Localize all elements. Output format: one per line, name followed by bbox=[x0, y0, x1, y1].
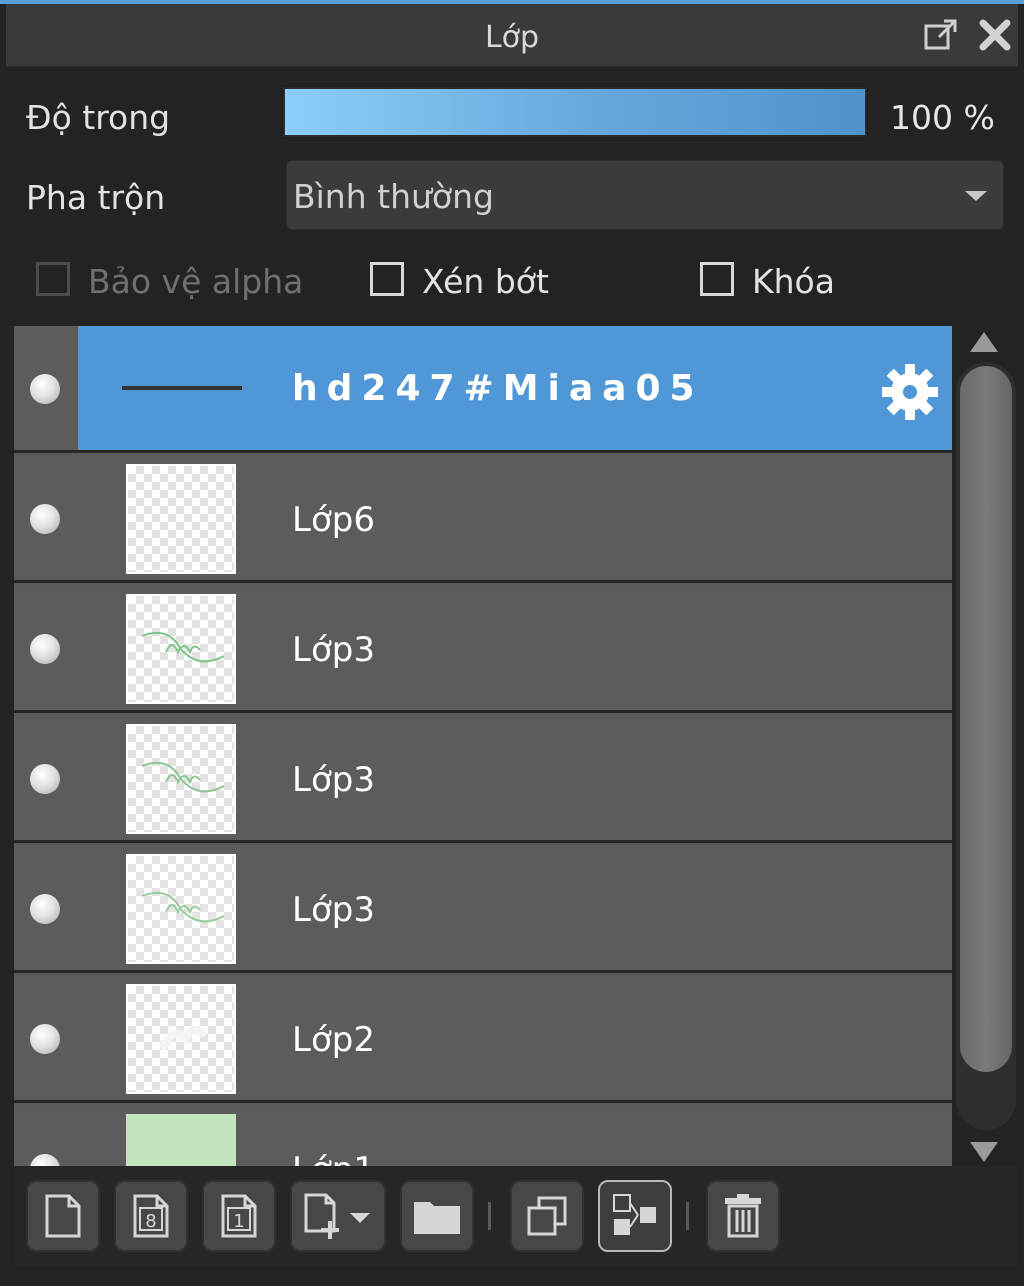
blend-mode-select[interactable]: Bình thường bbox=[286, 160, 1004, 230]
gear-icon[interactable] bbox=[880, 362, 940, 422]
blend-mode-value: Bình thường bbox=[293, 177, 494, 216]
panel-title: Lớp bbox=[484, 20, 540, 55]
scroll-up-arrow-icon[interactable] bbox=[970, 332, 998, 352]
svg-text:8: 8 bbox=[145, 1211, 156, 1232]
add-layer-dropdown-button[interactable] bbox=[290, 1180, 386, 1252]
eye-dot-icon[interactable] bbox=[30, 1024, 60, 1054]
layer-name: Lớp3 bbox=[292, 890, 375, 930]
layer-row[interactable]: hd247#Miaa05 bbox=[14, 326, 952, 453]
opacity-label: Độ trong bbox=[26, 98, 171, 137]
new-layer-icon bbox=[45, 1194, 81, 1238]
duplicate-icon bbox=[527, 1196, 567, 1236]
layer-name: hd247#Miaa05 bbox=[292, 368, 704, 409]
scroll-down-arrow-icon[interactable] bbox=[970, 1142, 998, 1162]
chevron-down-icon bbox=[965, 191, 987, 201]
protect-alpha-label: Bảo vệ alpha bbox=[88, 262, 304, 301]
close-icon[interactable] bbox=[976, 16, 1014, 54]
folder-icon bbox=[414, 1202, 460, 1234]
opacity-value: 100 % bbox=[890, 98, 995, 137]
layer-thumbnail bbox=[126, 724, 236, 834]
new-1bit-layer-button[interactable]: 1 bbox=[202, 1180, 276, 1252]
layer-name: Lớp1 bbox=[292, 1150, 375, 1166]
popout-icon[interactable] bbox=[922, 16, 960, 54]
visibility-toggle[interactable] bbox=[14, 326, 78, 450]
merge-icon bbox=[613, 1194, 656, 1235]
new-8bit-layer-button[interactable]: 8 bbox=[114, 1180, 188, 1252]
layer-row[interactable]: Lớp3 bbox=[14, 846, 952, 973]
eye-dot-icon[interactable] bbox=[30, 504, 60, 534]
layer-thumbnail bbox=[126, 854, 236, 964]
layer-name: Lớp3 bbox=[292, 630, 375, 670]
visibility-toggle[interactable] bbox=[14, 456, 78, 580]
eye-dot-icon[interactable] bbox=[30, 374, 60, 404]
visibility-toggle[interactable] bbox=[14, 586, 78, 710]
layer-row[interactable]: Lớp2 bbox=[14, 976, 952, 1103]
layer-row[interactable]: Lớp1 bbox=[14, 1106, 952, 1166]
layer-list-scrollbar[interactable] bbox=[954, 326, 1018, 1166]
eye-dot-icon[interactable] bbox=[30, 764, 60, 794]
opacity-slider[interactable] bbox=[282, 86, 868, 138]
merge-layer-button[interactable] bbox=[598, 1180, 672, 1252]
delete-layer-button[interactable] bbox=[706, 1180, 780, 1252]
toolbar-separator bbox=[488, 1202, 491, 1230]
blend-mode-label: Pha trộn bbox=[26, 178, 166, 217]
layer-thumbnail bbox=[126, 464, 236, 574]
new-1bit-layer-icon: 1 bbox=[221, 1194, 257, 1238]
visibility-toggle[interactable] bbox=[14, 976, 78, 1100]
lock-label: Khóa bbox=[752, 262, 835, 301]
svg-text:1: 1 bbox=[233, 1211, 244, 1232]
visibility-toggle[interactable] bbox=[14, 716, 78, 840]
clip-label: Xén bớt bbox=[422, 262, 549, 301]
eye-dot-icon[interactable] bbox=[30, 634, 60, 664]
layer-name: Lớp6 bbox=[292, 500, 375, 540]
layer-thumbnail bbox=[126, 1114, 236, 1166]
layer-name: Lớp3 bbox=[292, 760, 375, 800]
visibility-toggle[interactable] bbox=[14, 846, 78, 970]
add-layer-dropdown-icon bbox=[304, 1193, 370, 1239]
new-8bit-layer-icon: 8 bbox=[133, 1194, 169, 1238]
layer-row[interactable]: Lớp3 bbox=[14, 586, 952, 713]
opacity-slider-fill bbox=[285, 89, 865, 135]
eye-dot-icon[interactable] bbox=[30, 894, 60, 924]
duplicate-layer-button[interactable] bbox=[510, 1180, 584, 1252]
trash-icon bbox=[725, 1194, 761, 1238]
layer-thumbnail bbox=[126, 594, 236, 704]
visibility-toggle[interactable] bbox=[14, 1106, 78, 1166]
layer-thumbnail bbox=[126, 984, 236, 1094]
layer-list: hd247#Miaa05 Lớp6 Lớp3 Lớp3 Lớp3 Lớp2 bbox=[14, 326, 952, 1166]
layer-row[interactable]: Lớp6 bbox=[14, 456, 952, 583]
layer-name: Lớp2 bbox=[292, 1020, 375, 1060]
new-layer-button[interactable] bbox=[26, 1180, 100, 1252]
eye-dot-icon[interactable] bbox=[30, 1154, 60, 1166]
layer-toolbar: 8 1 bbox=[14, 1166, 1018, 1266]
layer-thumbnail bbox=[122, 386, 242, 390]
panel-titlebar: Lớp bbox=[6, 4, 1018, 67]
scroll-track[interactable] bbox=[956, 362, 1016, 1130]
new-folder-button[interactable] bbox=[400, 1180, 474, 1252]
protect-alpha-checkbox[interactable] bbox=[36, 262, 70, 296]
layer-row[interactable]: Lớp3 bbox=[14, 716, 952, 843]
scroll-thumb[interactable] bbox=[960, 366, 1012, 1072]
lock-checkbox[interactable] bbox=[700, 262, 734, 296]
toolbar-separator bbox=[686, 1202, 689, 1230]
clip-checkbox[interactable] bbox=[370, 262, 404, 296]
